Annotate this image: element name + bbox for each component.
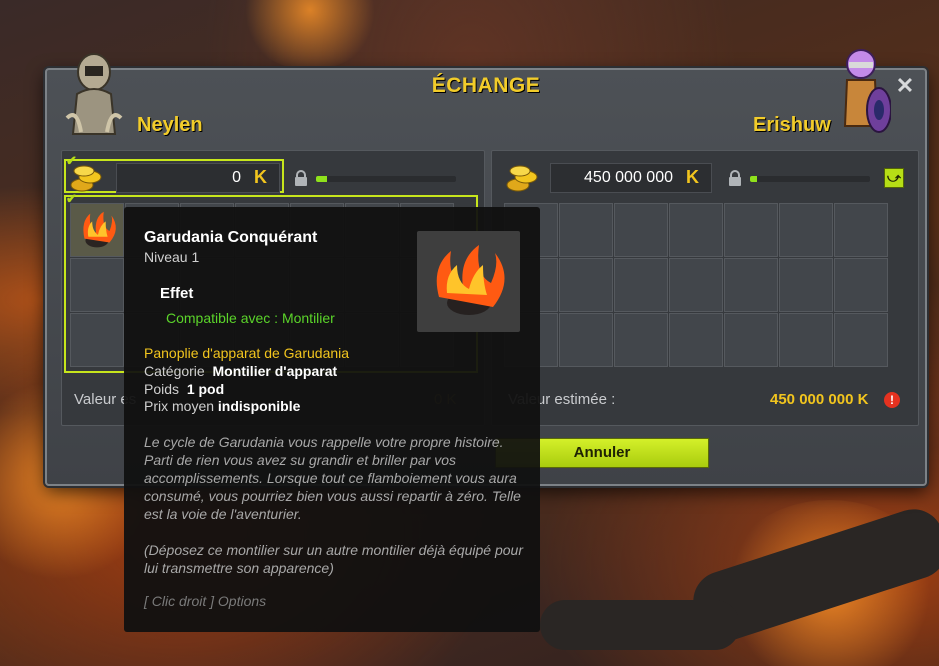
tooltip-description-text: Le cycle de Garudania vous rappelle votr… bbox=[144, 434, 521, 522]
right-item-grid bbox=[504, 203, 888, 367]
item-slot[interactable] bbox=[724, 258, 778, 312]
tooltip-price-value: indisponible bbox=[217, 398, 301, 414]
right-trade-panel: 450 000 000 K ⤻ Valeur estimée: 450 000… bbox=[491, 150, 919, 426]
item-slot[interactable] bbox=[779, 258, 833, 312]
item-tooltip: Garudania Conquérant Niveau 1 Effet Comp… bbox=[124, 207, 540, 632]
item-slot[interactable] bbox=[669, 313, 723, 367]
tooltip-weight-value: 1 pod bbox=[186, 381, 225, 397]
item-slot[interactable] bbox=[834, 203, 888, 257]
item-slot[interactable] bbox=[724, 203, 778, 257]
tooltip-price-label: Prix moyen bbox=[144, 398, 215, 414]
kamas-coins-icon bbox=[506, 165, 538, 192]
close-button[interactable]: ✕ bbox=[893, 74, 917, 98]
tooltip-price-row: Prix moyen indisponible bbox=[144, 398, 300, 414]
left-weight-bar bbox=[316, 176, 456, 182]
item-slot[interactable] bbox=[669, 203, 723, 257]
tooltip-category-row: Catégorie Montilier d'apparat bbox=[144, 363, 337, 379]
tooltip-weight-row: Poids 1 pod bbox=[144, 381, 224, 397]
item-slot[interactable] bbox=[614, 203, 668, 257]
item-slot[interactable] bbox=[834, 258, 888, 312]
right-player-avatar bbox=[843, 49, 891, 133]
kama-symbol: K bbox=[254, 167, 267, 187]
tooltip-category-value: Montilier d'apparat bbox=[212, 363, 338, 379]
garudania-mount-icon bbox=[83, 211, 116, 248]
tooltip-item-image bbox=[417, 231, 520, 332]
background-pipe bbox=[540, 600, 740, 650]
item-slot[interactable] bbox=[614, 258, 668, 312]
tooltip-set-name: Panoplie d'apparat de Garudania bbox=[144, 345, 350, 361]
item-slot[interactable] bbox=[559, 203, 613, 257]
item-slot-garudania[interactable] bbox=[70, 203, 124, 257]
tooltip-weight-label: Poids bbox=[144, 381, 180, 397]
window-title: ÉCHANGE bbox=[431, 74, 541, 97]
tooltip-level: Niveau 1 bbox=[144, 249, 200, 265]
item-slot[interactable] bbox=[614, 313, 668, 367]
item-slot[interactable] bbox=[724, 313, 778, 367]
item-slot[interactable] bbox=[70, 258, 124, 312]
garudania-mount-icon bbox=[436, 245, 505, 315]
item-slot[interactable] bbox=[559, 258, 613, 312]
tooltip-description: Le cycle de Garudania vous rappelle votr… bbox=[144, 433, 524, 577]
warning-icon: ! bbox=[884, 392, 900, 408]
item-slot[interactable] bbox=[779, 313, 833, 367]
right-weight-fill bbox=[750, 176, 758, 182]
tooltip-right-click-hint: [ Clic droit ] Options bbox=[144, 593, 267, 609]
left-weight-fill bbox=[316, 176, 328, 182]
ready-toggle-button[interactable]: ⤻ bbox=[884, 168, 904, 188]
tooltip-usage-text: (Déposez ce montilier sur un autre monti… bbox=[144, 542, 523, 576]
lock-icon bbox=[729, 170, 741, 186]
kama-symbol: K bbox=[686, 167, 699, 187]
lava-glow bbox=[240, 0, 380, 70]
tooltip-effect: Compatible avec : Montilier bbox=[166, 310, 335, 326]
right-estimate-value: 450 000 000 K bbox=[770, 391, 869, 408]
kamas-coins-icon bbox=[70, 165, 102, 192]
item-slot[interactable] bbox=[70, 313, 124, 367]
lock-icon bbox=[295, 170, 307, 186]
item-slot[interactable] bbox=[559, 313, 613, 367]
item-slot[interactable] bbox=[834, 313, 888, 367]
left-player-name: Neylen bbox=[137, 114, 203, 136]
tooltip-title: Garudania Conquérant bbox=[144, 229, 318, 246]
left-player-avatar bbox=[65, 53, 123, 135]
right-player-name: Erishuw bbox=[753, 114, 831, 136]
item-slot[interactable] bbox=[779, 203, 833, 257]
tooltip-category-label: Catégorie bbox=[144, 363, 205, 379]
item-slot[interactable] bbox=[669, 258, 723, 312]
tooltip-effect-title: Effet bbox=[160, 285, 194, 302]
right-weight-bar bbox=[750, 176, 870, 182]
